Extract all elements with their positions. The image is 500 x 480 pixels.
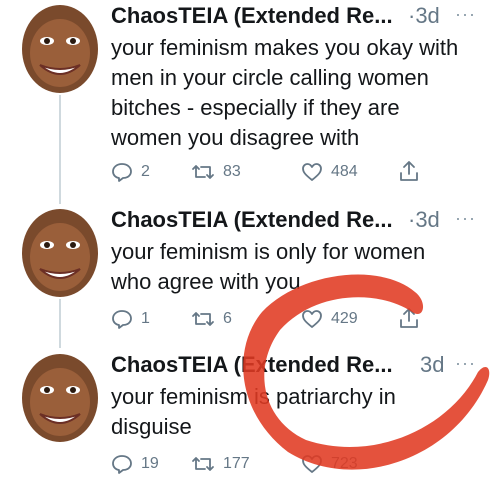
timestamp[interactable]: ·3d <box>408 3 440 29</box>
tweet-text-line: who agree with you <box>111 269 301 294</box>
tweet-text-line: women you disagree with <box>111 125 360 150</box>
tweet-text: your feminism makes you okay with men in… <box>111 33 491 153</box>
tweet-text-line: your feminism is patriarchy in <box>111 384 396 409</box>
timestamp[interactable]: 3d <box>420 352 444 378</box>
tweet-text-line: men in your circle calling women <box>111 65 429 90</box>
tweet-actions: 1 6 429 <box>111 307 491 333</box>
author-name[interactable]: ChaosTEIA (Extended Re... <box>111 352 411 378</box>
like-button[interactable]: 723 <box>301 452 358 476</box>
author-name[interactable]: ChaosTEIA (Extended Re... <box>111 3 411 29</box>
more-options-icon[interactable]: ··· <box>455 5 476 23</box>
tweet-text-line: your feminism is only for women <box>111 239 426 264</box>
like-icon <box>302 163 322 181</box>
reply-icon <box>112 455 132 474</box>
reply-count: 19 <box>141 455 159 472</box>
reply-button[interactable]: 1 <box>111 307 150 331</box>
avatar[interactable] <box>14 352 106 444</box>
retweet-count: 6 <box>223 310 232 327</box>
author-name[interactable]: ChaosTEIA (Extended Re... <box>111 207 411 233</box>
like-button[interactable]: 484 <box>301 160 358 184</box>
avatar-image <box>14 352 106 444</box>
avatar[interactable] <box>14 3 106 95</box>
share-button[interactable] <box>398 160 428 182</box>
tweet-text-line: your feminism makes you okay with <box>111 35 459 60</box>
like-icon <box>302 310 322 328</box>
tweet-text: your feminism is patriarchy in disguise <box>111 382 491 442</box>
share-icon <box>400 161 418 181</box>
reply-button[interactable]: 19 <box>111 452 159 476</box>
retweet-icon <box>192 312 214 326</box>
like-count: 429 <box>331 310 358 327</box>
retweet-button[interactable]: 177 <box>191 452 250 476</box>
tweet[interactable]: ChaosTEIA (Extended Re... ·3d ··· your f… <box>0 207 500 337</box>
retweet-icon <box>192 165 214 179</box>
tweet-text: your feminism is only for women who agre… <box>111 237 491 297</box>
tweet-text-line: bitches - especially if they are <box>111 95 400 120</box>
more-options-icon[interactable]: ··· <box>455 354 476 372</box>
like-count: 723 <box>331 455 358 472</box>
retweet-button[interactable]: 83 <box>191 160 241 184</box>
reply-icon <box>112 310 132 329</box>
avatar-image <box>14 3 106 95</box>
tweet[interactable]: ChaosTEIA (Extended Re... 3d ··· your fe… <box>0 352 500 480</box>
reply-count: 1 <box>141 310 150 327</box>
like-icon <box>302 455 322 473</box>
avatar[interactable] <box>14 207 106 299</box>
like-button[interactable]: 429 <box>301 307 358 331</box>
retweet-count: 177 <box>223 455 250 472</box>
reply-count: 2 <box>141 163 150 180</box>
reply-icon <box>112 163 132 182</box>
timestamp[interactable]: ·3d <box>408 207 440 233</box>
retweet-icon <box>192 457 214 471</box>
tweet-actions: 19 177 723 <box>111 452 491 478</box>
avatar-image <box>14 207 106 299</box>
like-count: 484 <box>331 163 358 180</box>
more-options-icon[interactable]: ··· <box>455 209 476 227</box>
retweet-button[interactable]: 6 <box>191 307 232 331</box>
share-button[interactable] <box>398 307 428 329</box>
tweet-text-line: disguise <box>111 414 192 439</box>
reply-button[interactable]: 2 <box>111 160 150 184</box>
tweet-actions: 2 83 484 <box>111 160 491 186</box>
tweet[interactable]: ChaosTEIA (Extended Re... ·3d ··· your f… <box>0 3 500 193</box>
share-icon <box>400 308 418 328</box>
retweet-count: 83 <box>223 163 241 180</box>
